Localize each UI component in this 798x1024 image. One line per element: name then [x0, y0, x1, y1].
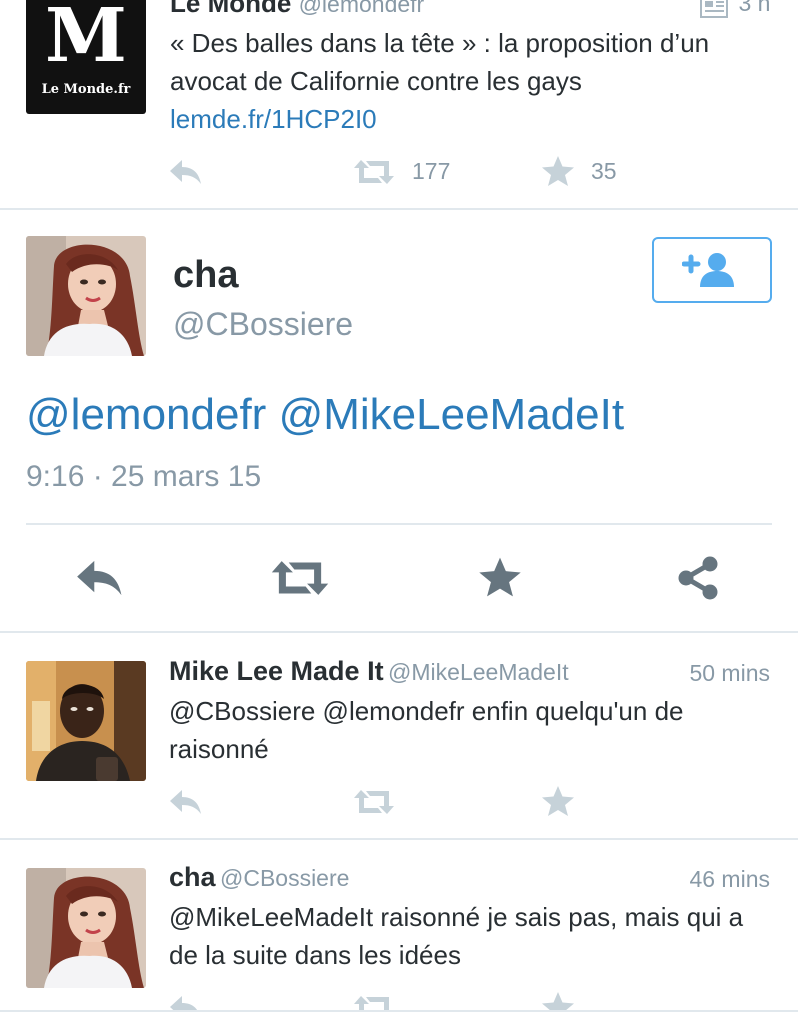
reply-author-name[interactable]: cha: [169, 862, 216, 892]
reply-text: @MikeLeeMadeIt raisonné je sais pas, mai…: [169, 902, 744, 970]
news-card-icon: [700, 0, 728, 18]
share-icon[interactable]: [676, 555, 720, 601]
lemonde-logo-text: Le Monde.fr: [41, 82, 131, 97]
mike-avatar[interactable]: [26, 661, 146, 781]
add-user-icon: [682, 251, 742, 289]
favorite-count: 35: [591, 158, 617, 184]
reply-time: 50 mins: [689, 660, 770, 686]
favorite-icon[interactable]: [541, 155, 575, 187]
retweet-icon[interactable]: [269, 558, 331, 598]
favorite-icon[interactable]: [478, 556, 522, 598]
mention-lemondefr[interactable]: @lemondefr: [26, 390, 266, 439]
reply-author-handle[interactable]: @CBossiere: [220, 865, 349, 891]
lemonde-logo-glyph: M: [45, 0, 127, 79]
focused-author-handle[interactable]: @CBossiere: [173, 306, 353, 343]
reply-author-name[interactable]: Mike Lee Made It: [169, 656, 384, 686]
bottom-fade: [0, 1012, 798, 1024]
favorite-icon[interactable]: [541, 785, 575, 817]
tweet-text-main: « Des balles dans la tête » : la proposi…: [170, 28, 710, 96]
retweet-count: 177: [412, 158, 451, 184]
tweet-author-handle[interactable]: @lemondefr: [299, 0, 425, 17]
tweet-time: 3 h: [738, 0, 771, 16]
inner-separator: [26, 523, 772, 525]
reply-text: @CBossiere @lemondefr enfin quelqu'un de…: [169, 696, 684, 764]
separator: [0, 208, 798, 210]
reply-time: 46 mins: [689, 866, 770, 892]
reply-icon[interactable]: [74, 558, 126, 598]
reply-icon[interactable]: [168, 788, 204, 816]
mention-mikeleemadeit[interactable]: @MikeLeeMadeIt: [279, 390, 625, 439]
tweet-link[interactable]: lemde.fr/1HCP2I0: [170, 104, 377, 134]
tweet-author-name[interactable]: Le Monde: [170, 0, 291, 18]
follow-button[interactable]: [652, 237, 772, 303]
focused-author-name[interactable]: cha: [173, 254, 238, 297]
cha-avatar[interactable]: [26, 236, 146, 356]
retweet-icon[interactable]: [352, 788, 396, 816]
lemonde-avatar[interactable]: M Le Monde.fr: [26, 0, 146, 114]
tweet-text: « Des balles dans la tête » : la proposi…: [170, 24, 770, 138]
reply-icon[interactable]: [168, 158, 204, 186]
separator: [0, 838, 798, 840]
focused-tweet-text: @lemondefr @MikeLeeMadeIt: [26, 390, 624, 440]
separator: [0, 631, 798, 633]
cha-avatar[interactable]: [26, 868, 146, 988]
focused-timestamp[interactable]: 9:16 · 25 mars 15: [26, 460, 261, 494]
reply-author-handle[interactable]: @MikeLeeMadeIt: [388, 659, 569, 685]
retweet-icon[interactable]: [352, 158, 396, 186]
